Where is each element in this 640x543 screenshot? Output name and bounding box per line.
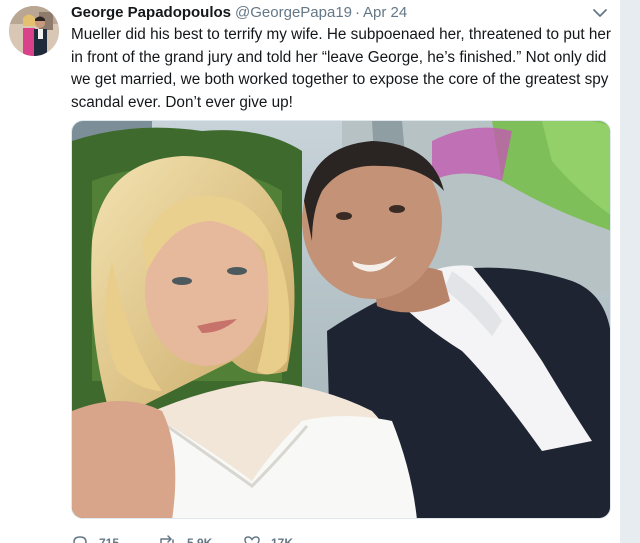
selfie-photo-illustration <box>72 121 610 518</box>
reply-button[interactable]: 715 <box>71 534 119 543</box>
caret-down-icon[interactable] <box>592 6 608 20</box>
tweet-actions: 715 5.9K 17K <box>71 534 371 543</box>
retweet-count: 5.9K <box>187 536 213 543</box>
tweet-timestamp[interactable]: Apr 24 <box>363 4 407 21</box>
like-button[interactable]: 17K <box>243 534 293 543</box>
author-handle[interactable]: @GeorgePapa19 <box>235 4 352 21</box>
author-name[interactable]: George Papadopoulos <box>71 4 231 21</box>
tweet-text: Mueller did his best to terrify my wife.… <box>71 24 613 114</box>
separator-dot: · <box>355 4 361 21</box>
tweet-text-line: in front of the grand jury and told her … <box>71 48 607 66</box>
like-count: 17K <box>271 536 294 543</box>
retweet-button[interactable]: 5.9K <box>157 534 212 543</box>
avatar-image <box>9 6 59 56</box>
tweet-text-line: Mueller did his best to terrify my wife.… <box>71 26 611 43</box>
tweet-card: George Papadopoulos @GeorgePapa19 · Apr 24 … <box>0 0 640 543</box>
avatar[interactable] <box>9 6 59 56</box>
tweet-text-line: scandal ever. Don’t ever give up! <box>71 93 293 111</box>
reply-icon <box>73 536 87 543</box>
retweet-icon <box>160 535 174 543</box>
tweet-text-line: we get married, we both worked together … <box>71 71 609 88</box>
tweet-photo[interactable] <box>71 120 611 519</box>
like-icon <box>244 536 260 543</box>
page-background-strip <box>620 0 640 543</box>
tweet-header: George Papadopoulos @GeorgePapa19 · Apr 24 <box>71 3 407 23</box>
reply-count: 715 <box>99 536 120 543</box>
